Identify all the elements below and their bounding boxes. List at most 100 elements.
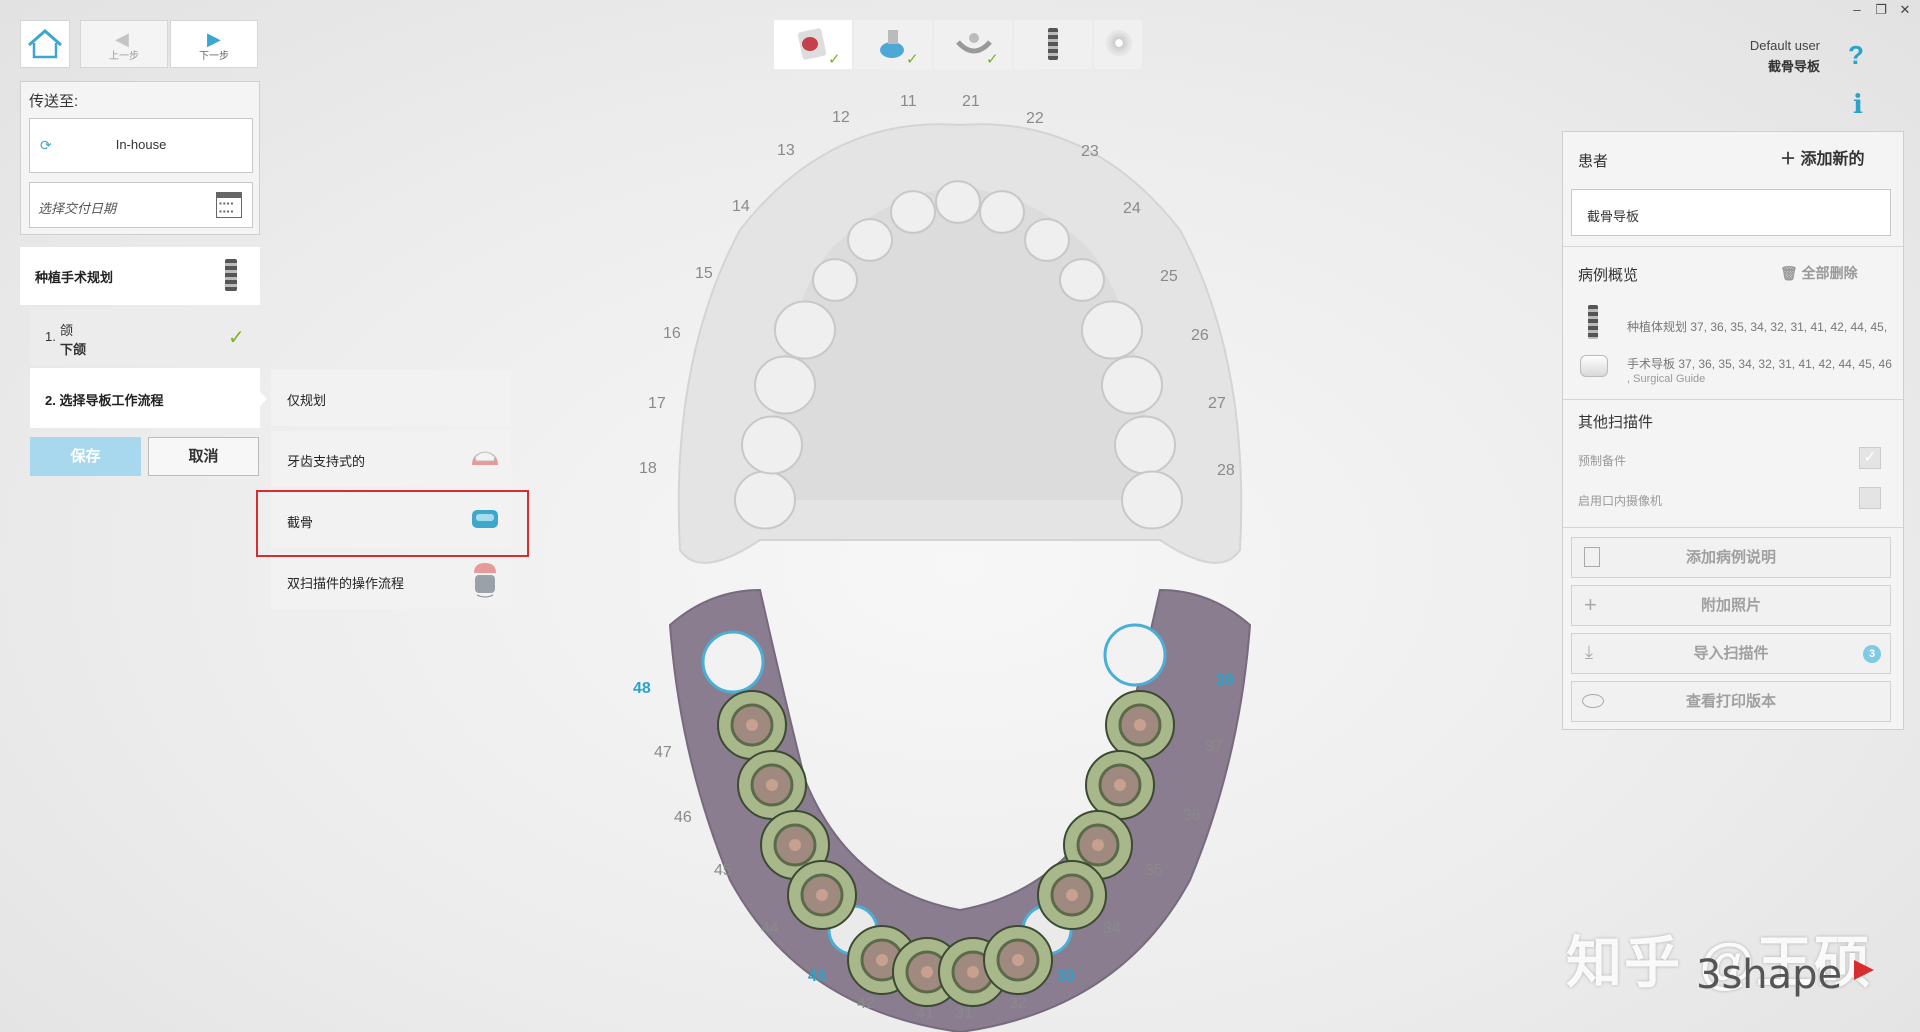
upper-tooth [890, 190, 936, 234]
upper-tooth [774, 300, 836, 360]
tooth-supported-icon [472, 451, 498, 465]
tooth-label: 46 [674, 809, 692, 826]
import-scan-button[interactable]: ⤓ 导入扫描件 3 [1571, 633, 1891, 674]
tooth-label: 12 [832, 109, 850, 126]
implant-icon [1588, 305, 1598, 339]
overview-row-guide[interactable]: 手术导板 37, 36, 35, 34, 32, 31, 41, 42, 44,… [1627, 355, 1903, 372]
divider [1563, 399, 1903, 400]
plan-header: 种植手术规划 [20, 247, 260, 305]
upper-tooth [979, 190, 1025, 234]
destination-selector[interactable]: ⟳ In-house [29, 118, 253, 173]
tooth-label: 25 [1160, 268, 1178, 285]
tooth-label: 14 [732, 198, 750, 215]
help-icon[interactable]: ? [1848, 40, 1864, 71]
tooth-label: 45 [714, 862, 732, 879]
upper-tooth [1081, 300, 1143, 360]
tooth-label: 15 [695, 265, 713, 282]
tooth-label: 11 [900, 93, 917, 110]
patient-title: 患者 [1578, 153, 1609, 170]
tooth-label: 13 [777, 142, 795, 159]
delete-all-button[interactable]: 🗑 全部删除 [1780, 263, 1858, 283]
tooth-label: 35 [1145, 862, 1163, 879]
implant-sleeve[interactable] [1085, 750, 1155, 820]
prev-step-button[interactable]: ◀ 上一步 [80, 20, 168, 68]
upper-tooth [754, 355, 816, 415]
tooth-label: 26 [1191, 327, 1209, 344]
tab-order[interactable]: ✓ [774, 20, 852, 69]
overview-row-guide-sub: , Surgical Guide [1627, 373, 1706, 385]
document-icon [1584, 547, 1600, 567]
upper-tooth [1101, 355, 1163, 415]
option-dual-scan[interactable]: 双扫描件的操作流程 [271, 553, 511, 609]
cancel-button[interactable]: 取消 [148, 437, 259, 476]
check-icon: ✓ [906, 51, 919, 68]
next-step-button[interactable]: ▶ 下一步 [170, 20, 258, 68]
calendar-icon[interactable]: ▪▪▪▪ ▪▪▪▪ [216, 192, 242, 218]
implant-icon [225, 259, 237, 291]
plus-icon: ＋ [1780, 151, 1797, 168]
home-button[interactable] [20, 20, 70, 68]
home-icon [28, 29, 62, 59]
tab-prepare[interactable]: ✓ [934, 20, 1012, 69]
overview-row-implant[interactable]: 种植体规划 37, 36, 35, 34, 32, 31, 41, 42, 44… [1627, 318, 1903, 335]
minimize-button[interactable]: – [1846, 2, 1868, 17]
save-button[interactable]: 保存 [30, 437, 141, 476]
download-icon: ⤓ [1585, 642, 1593, 662]
print-view-button[interactable]: 查看打印版本 [1571, 681, 1891, 722]
check-icon: ✓ [828, 51, 841, 68]
implant-sleeve[interactable] [1037, 860, 1107, 930]
tooth-label: 16 [663, 325, 681, 342]
jaw-viewport[interactable] [600, 80, 1320, 1032]
tooth-label: 36 [1183, 807, 1201, 824]
upper-tooth [1024, 218, 1070, 262]
tooth-label-highlighted: 38 [1216, 672, 1234, 689]
upper-tooth [1121, 470, 1183, 530]
option-tooth-supported[interactable]: 牙齿支持式的 [271, 431, 511, 487]
upper-tooth [1114, 415, 1176, 475]
disc-icon [1106, 30, 1132, 56]
delivery-date-field[interactable]: 选择交付日期 ▪▪▪▪ ▪▪▪▪ [29, 182, 253, 228]
tab-output[interactable] [1094, 20, 1142, 69]
tooth-label-highlighted: 43 [808, 968, 826, 985]
tooth-label: 21 [962, 93, 980, 110]
close-button[interactable]: ✕ [1894, 2, 1916, 18]
tooth-label: 32 [1009, 995, 1027, 1012]
tooth-label: 42 [857, 995, 875, 1012]
divider [1563, 527, 1903, 528]
step-jaw[interactable]: 1. 颌 下颌 ✓ [30, 307, 260, 365]
natural-tooth [1103, 623, 1167, 687]
attach-photo-button[interactable]: + 附加照片 [1571, 585, 1891, 626]
add-new-button[interactable]: ＋ 添加新的 [1780, 145, 1864, 169]
implant-sleeve[interactable] [787, 860, 857, 930]
brand-mark-icon [1854, 960, 1874, 980]
info-icon[interactable]: i [1853, 90, 1863, 120]
send-title: 传送至: [29, 93, 79, 110]
patient-name-field[interactable]: 截骨导板 [1571, 189, 1891, 236]
tooth-label: 41 [916, 1005, 934, 1022]
divider [1563, 246, 1903, 247]
tooth-label: 28 [1217, 462, 1235, 479]
tooth-label: 31 [955, 1005, 973, 1022]
tooth-label: 17 [648, 395, 666, 412]
preprep-label: 预制备件 [1578, 454, 1627, 468]
implant-sleeve[interactable] [983, 925, 1053, 995]
upper-tooth [847, 218, 893, 262]
implant-sleeve[interactable] [717, 690, 787, 760]
add-note-button[interactable]: 添加病例说明 [1571, 537, 1891, 578]
pointer-arrow [258, 390, 267, 408]
tooth-label: 24 [1123, 200, 1141, 217]
dual-scan-icon [474, 563, 496, 598]
case-name: 截骨导板 [1767, 59, 1820, 74]
tab-scan[interactable]: ✓ [854, 20, 932, 69]
upper-tooth [734, 470, 796, 530]
implant-sleeve[interactable] [1105, 690, 1175, 760]
tooth-label: 34 [1103, 920, 1121, 937]
preprep-checkbox[interactable]: ✓ [1859, 447, 1881, 469]
implant-icon [1048, 28, 1058, 60]
option-planning-only[interactable]: 仅规划 [271, 370, 511, 426]
intraoral-camera-checkbox[interactable] [1859, 487, 1881, 509]
step-guide-workflow[interactable]: 2. 选择导板工作流程 [30, 368, 260, 428]
implant-sleeve[interactable] [737, 750, 807, 820]
restore-button[interactable]: ❐ [1870, 2, 1892, 18]
tab-implant[interactable] [1014, 20, 1092, 69]
